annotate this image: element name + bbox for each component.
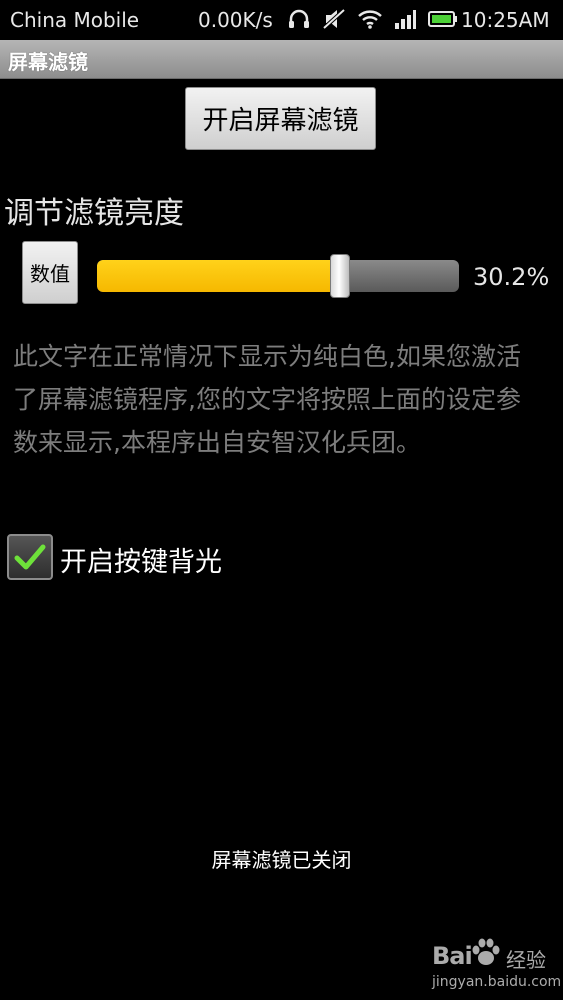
backlight-checkbox-label[interactable]: 开启按键背光: [60, 540, 222, 579]
status-icons: [288, 8, 470, 30]
battery-icon: [428, 10, 458, 28]
signal-icon: [394, 9, 416, 29]
slider-fill: [97, 260, 340, 292]
wifi-icon: [358, 9, 382, 29]
network-speed: 0.00K/s: [198, 8, 273, 32]
paw-icon: [470, 938, 502, 972]
status-bar: China Mobile 0.00K/s 10:25AM: [0, 0, 563, 40]
check-icon: [14, 544, 46, 570]
carrier-name: China Mobile: [10, 8, 140, 32]
app-title: 屏幕滤镜: [8, 50, 88, 74]
brightness-label: 调节滤镜亮度: [4, 196, 184, 231]
clock: 10:25AM: [461, 8, 550, 32]
backlight-checkbox[interactable]: [7, 534, 53, 580]
brightness-value: 30.2%: [473, 263, 550, 291]
brightness-slider[interactable]: [97, 254, 459, 298]
value-button[interactable]: 数值: [22, 241, 78, 304]
slider-track[interactable]: [97, 260, 459, 292]
watermark-brand: Bai: [432, 942, 473, 970]
headphones-icon: [288, 9, 310, 29]
description-text: 此文字在正常情况下显示为纯白色,如果您激活了屏幕滤镜程序,您的文字将按照上面的设…: [13, 342, 521, 457]
slider-thumb[interactable]: [329, 254, 350, 298]
filter-status-message: 屏幕滤镜已关闭: [211, 848, 352, 872]
watermark-url: jingyan.baidu.com: [432, 974, 562, 990]
baidu-watermark: Bai 经验 jingyan.baidu.com: [430, 938, 561, 994]
watermark-suffix: 经验: [506, 948, 546, 972]
mute-icon: [322, 8, 346, 30]
app-title-bar: 屏幕滤镜: [0, 40, 563, 79]
enable-filter-button[interactable]: 开启屏幕滤镜: [185, 87, 376, 150]
